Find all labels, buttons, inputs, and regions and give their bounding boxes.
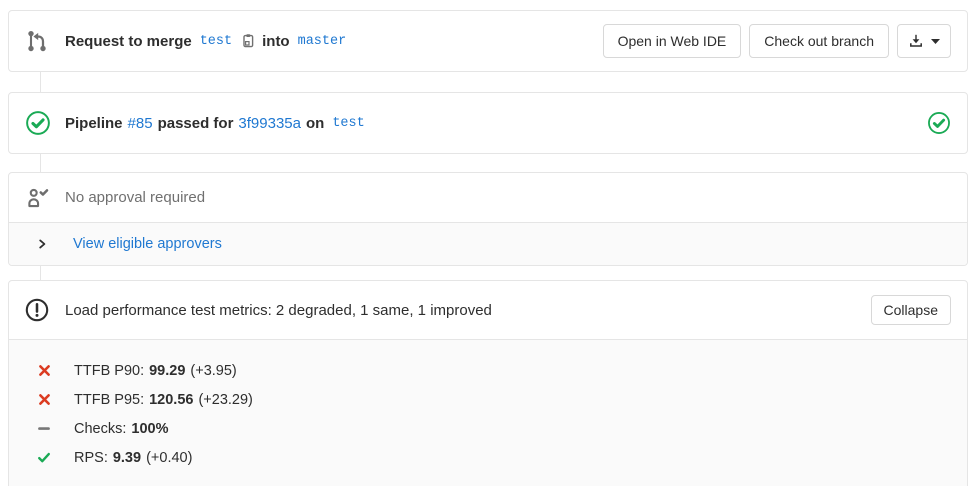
view-approvers-row[interactable]: View eligible approvers xyxy=(9,222,967,265)
download-dropdown-button[interactable] xyxy=(897,24,951,58)
degraded-icon xyxy=(37,364,51,377)
approval-status-row: No approval required xyxy=(9,173,967,222)
load-performance-card: Load performance test metrics: 2 degrade… xyxy=(8,280,968,486)
target-branch-link[interactable]: master xyxy=(298,34,347,49)
load-performance-header: Load performance test metrics: 2 degrade… xyxy=(9,281,967,339)
check-out-branch-button[interactable]: Check out branch xyxy=(749,24,889,58)
pipeline-passed-icon[interactable] xyxy=(25,110,51,136)
passed-for-label: passed for xyxy=(158,115,234,132)
mr-widget-viewport: Request to merge test into master Open i… xyxy=(0,0,978,486)
metric-value: 99.29 xyxy=(149,363,185,379)
view-eligible-approvers-link[interactable]: View eligible approvers xyxy=(73,236,222,252)
metric-row-checks: Checks: 100% xyxy=(9,414,967,443)
open-in-web-ide-button[interactable]: Open in Web IDE xyxy=(603,24,742,58)
metric-value: 9.39 xyxy=(113,450,141,466)
header-actions: Open in Web IDE Check out branch xyxy=(603,24,951,58)
collapse-button[interactable]: Collapse xyxy=(871,295,951,325)
pipeline-status-text: Pipeline #85 passed for 3f99335a on test xyxy=(65,115,373,132)
metric-label: RPS: xyxy=(74,450,108,466)
pipeline-branch-link[interactable]: test xyxy=(332,116,364,131)
caret-down-icon xyxy=(931,39,940,44)
load-performance-summary: Load performance test metrics: 2 degrade… xyxy=(65,302,492,319)
metric-delta: (+0.40) xyxy=(146,450,192,466)
metric-row-rps: RPS: 9.39 (+0.40) xyxy=(9,443,967,472)
section-connector xyxy=(40,266,41,280)
section-connector xyxy=(40,154,41,172)
source-branch-link[interactable]: test xyxy=(200,34,232,49)
pipeline-id-link[interactable]: #85 xyxy=(128,115,153,132)
into-label: into xyxy=(262,33,290,50)
chevron-right-icon[interactable] xyxy=(35,238,49,250)
on-label: on xyxy=(306,115,324,132)
degraded-icon xyxy=(37,393,51,406)
commit-sha-link[interactable]: 3f99335a xyxy=(238,115,301,132)
approvals-card: No approval required View eligible appro… xyxy=(8,172,968,266)
metric-delta: (+23.29) xyxy=(198,392,252,408)
section-connector xyxy=(40,72,41,92)
download-icon xyxy=(908,33,924,49)
copy-to-clipboard-icon xyxy=(240,33,256,49)
copy-branch-name-button[interactable] xyxy=(240,33,256,49)
merge-request-icon xyxy=(25,29,49,53)
metric-row-ttfb-p90: TTFB P90: 99.29 (+3.95) xyxy=(9,356,967,385)
improved-icon xyxy=(37,451,51,464)
same-icon xyxy=(37,422,51,435)
merge-request-header-card: Request to merge test into master Open i… xyxy=(8,10,968,72)
load-performance-metrics: TTFB P90: 99.29 (+3.95) TTFB P95: 120.56… xyxy=(9,339,967,486)
metric-delta: (+3.95) xyxy=(190,363,236,379)
request-to-merge-label: Request to merge xyxy=(65,33,192,50)
approval-user-check-icon xyxy=(25,187,49,208)
alert-circle-icon xyxy=(25,298,49,322)
pipeline-card: Pipeline #85 passed for 3f99335a on test xyxy=(8,92,968,154)
pipeline-label: Pipeline xyxy=(65,115,123,132)
merge-request-title: Request to merge test into master xyxy=(65,33,354,50)
pipeline-stage-passed-icon[interactable] xyxy=(927,111,951,135)
metric-label: TTFB P95: xyxy=(74,392,144,408)
approval-status-text: No approval required xyxy=(65,189,205,206)
metric-label: Checks: xyxy=(74,421,126,437)
metric-value: 100% xyxy=(131,421,168,437)
metric-row-ttfb-p95: TTFB P95: 120.56 (+23.29) xyxy=(9,385,967,414)
metric-value: 120.56 xyxy=(149,392,193,408)
metric-label: TTFB P90: xyxy=(74,363,144,379)
merge-request-widget: Request to merge test into master Open i… xyxy=(0,0,978,486)
